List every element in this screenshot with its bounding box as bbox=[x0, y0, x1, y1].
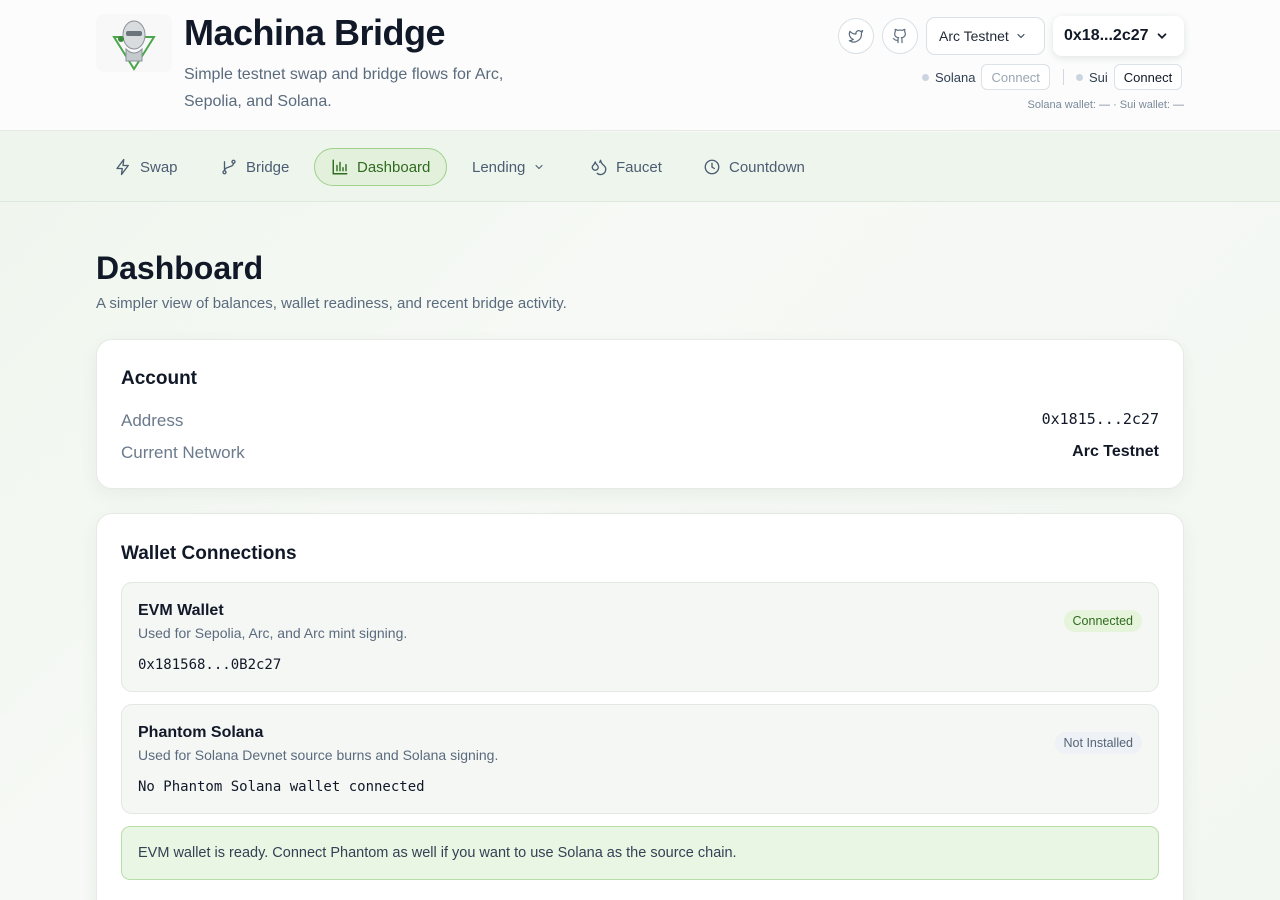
account-card: Account Address 0x1815...2c27 Current Ne… bbox=[96, 339, 1184, 489]
app-header: Machina Bridge Simple testnet swap and b… bbox=[0, 0, 1280, 131]
wallet-notice: EVM wallet is ready. Connect Phantom as … bbox=[121, 826, 1159, 880]
chevron-down-icon bbox=[1017, 33, 1025, 39]
wallet-connections-card: Wallet Connections EVM Wallet Used for S… bbox=[96, 513, 1184, 900]
app-subtitle: Simple testnet swap and bridge flows for… bbox=[184, 66, 504, 110]
evm-wallet-name: EVM Wallet bbox=[138, 602, 224, 619]
solana-label: Solana bbox=[935, 69, 976, 85]
droplets-icon bbox=[591, 159, 607, 176]
page-subtitle: A simpler view of balances, wallet readi… bbox=[96, 295, 567, 312]
tab-swap-label: Swap bbox=[140, 158, 178, 176]
branch-icon bbox=[222, 159, 236, 175]
phantom-wallet-address: No Phantom Solana wallet connected bbox=[138, 779, 425, 795]
tab-countdown[interactable]: Countdown bbox=[687, 148, 821, 186]
chevron-down-icon bbox=[1157, 33, 1166, 39]
network-select-label: Arc Testnet bbox=[939, 28, 1009, 44]
network-select[interactable]: Arc Testnet bbox=[926, 17, 1045, 55]
status-badge: Connected bbox=[1063, 610, 1142, 632]
evm-wallet-address: 0x181568...0B2c27 bbox=[138, 657, 282, 673]
tab-faucet-label: Faucet bbox=[616, 158, 662, 176]
account-title: Account bbox=[121, 368, 197, 389]
tab-lending-label: Lending bbox=[472, 158, 526, 176]
wallet-connections-title: Wallet Connections bbox=[121, 543, 297, 564]
clock-icon bbox=[704, 159, 720, 175]
sui-connection: Sui Connect bbox=[1076, 64, 1183, 90]
tab-dashboard[interactable]: Dashboard bbox=[314, 148, 448, 186]
bolt-icon bbox=[116, 158, 129, 176]
tab-faucet[interactable]: Faucet bbox=[574, 148, 678, 186]
github-icon bbox=[892, 28, 906, 44]
status-badge: Not Installed bbox=[1054, 732, 1142, 754]
tab-bridge-label: Bridge bbox=[246, 158, 290, 176]
robot-logo bbox=[96, 14, 172, 72]
sui-label: Sui bbox=[1089, 69, 1108, 85]
evm-wallet-desc: Used for Sepolia, Arc, and Arc mint sign… bbox=[138, 625, 408, 641]
github-button[interactable] bbox=[882, 18, 918, 54]
twitter-icon bbox=[848, 30, 864, 43]
page-title: Dashboard bbox=[96, 250, 264, 286]
tab-bridge[interactable]: Bridge bbox=[204, 148, 305, 186]
network-value: Arc Testnet bbox=[1072, 443, 1159, 460]
address-value: 0x1815...2c27 bbox=[1041, 410, 1159, 428]
tab-countdown-label: Countdown bbox=[729, 158, 805, 176]
solana-connection: Solana Connect bbox=[922, 64, 1050, 90]
chevron-down-icon bbox=[535, 164, 543, 170]
phantom-wallet-panel: Phantom Solana Used for Solana Devnet so… bbox=[121, 704, 1159, 814]
network-label: Current Network bbox=[121, 443, 245, 462]
address-label: Address bbox=[121, 411, 184, 430]
tab-swap[interactable]: Swap bbox=[98, 148, 194, 186]
main-nav: Swap Bridge Dashboard Lending Faucet Cou… bbox=[0, 132, 1280, 202]
sui-status-dot bbox=[1076, 73, 1083, 81]
sui-connect-button[interactable]: Connect bbox=[1113, 64, 1183, 90]
phantom-wallet-name: Phantom Solana bbox=[138, 724, 264, 741]
wallet-meta: Solana wallet: — · Sui wallet: — bbox=[1027, 99, 1184, 111]
tab-lending[interactable]: Lending bbox=[456, 148, 561, 186]
bar-chart-icon bbox=[332, 159, 348, 175]
phantom-wallet-desc: Used for Solana Devnet source burns and … bbox=[138, 747, 499, 763]
wallet-button-label: 0x18...2c27 bbox=[1064, 27, 1149, 44]
tab-dashboard-label: Dashboard bbox=[357, 158, 431, 176]
app-title: Machina Bridge bbox=[184, 12, 446, 53]
wallet-button[interactable]: 0x18...2c27 bbox=[1053, 16, 1184, 56]
evm-wallet-panel: EVM Wallet Used for Sepolia, Arc, and Ar… bbox=[121, 582, 1159, 692]
twitter-button[interactable] bbox=[838, 18, 874, 54]
divider bbox=[1063, 69, 1064, 85]
solana-status-dot bbox=[922, 73, 929, 81]
solana-connect-button[interactable]: Connect bbox=[981, 64, 1050, 90]
